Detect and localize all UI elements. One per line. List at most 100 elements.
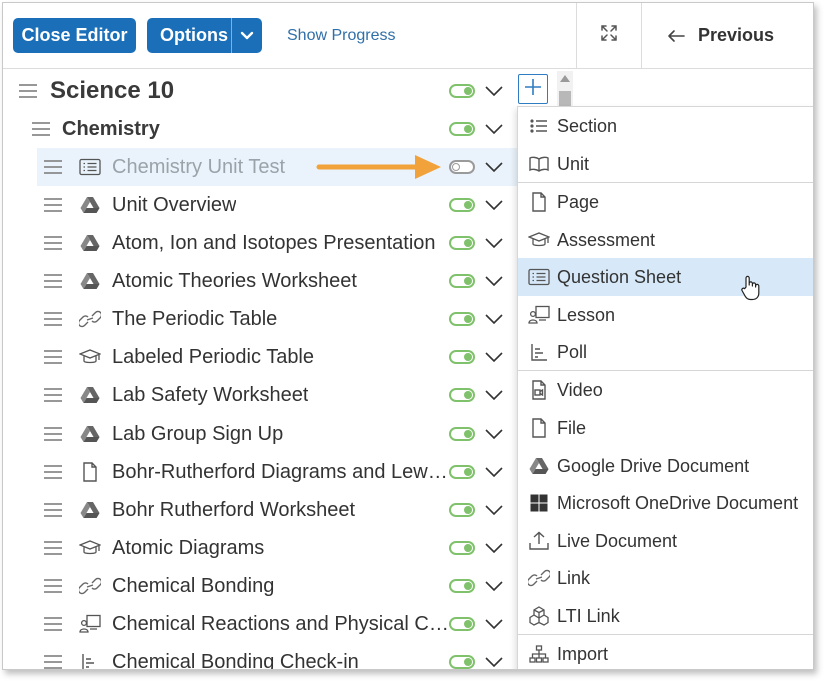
drag-handle-icon[interactable]	[44, 655, 62, 669]
tree-item-title[interactable]: Labeled Periodic Table	[112, 346, 314, 369]
drag-handle-icon[interactable]	[44, 312, 62, 326]
drag-handle-icon[interactable]	[44, 274, 62, 288]
menu-item-import[interactable]: Import	[518, 635, 813, 669]
tree-item-title[interactable]: Atom, Ion and Isotopes Presentation	[112, 232, 436, 255]
drag-handle-icon[interactable]	[44, 503, 62, 517]
menu-item-file[interactable]: File	[518, 409, 813, 447]
visibility-toggle[interactable]	[449, 198, 475, 212]
tree-item-title[interactable]: Chemistry Unit Test	[112, 156, 285, 179]
chevron-down-icon[interactable]	[485, 505, 503, 515]
visibility-toggle[interactable]	[449, 579, 475, 593]
menu-item-assessment[interactable]: Assessment	[518, 221, 813, 259]
tree-item-title[interactable]: Chemical Reactions and Physical Changes	[112, 613, 450, 636]
chevron-down-icon[interactable]	[485, 86, 503, 96]
tree-item-row[interactable]: Bohr-Rutherford Diagrams and Lewis Dot D…	[3, 453, 518, 491]
chevron-down-icon[interactable]	[485, 314, 503, 324]
tree-item-title[interactable]: The Periodic Table	[112, 308, 277, 331]
menu-item-question-sheet[interactable]: Question Sheet	[518, 258, 813, 296]
visibility-toggle[interactable]	[449, 541, 475, 555]
drag-handle-icon[interactable]	[19, 84, 37, 98]
tree-item-row[interactable]: Unit Overview	[3, 186, 518, 224]
tree-item-row[interactable]: Atomic Theories Worksheet	[3, 262, 518, 300]
drag-handle-icon[interactable]	[44, 198, 62, 212]
tree-item-title[interactable]: Chemical Bonding Check-in	[112, 651, 359, 670]
tree-item-title[interactable]: Atomic Theories Worksheet	[112, 270, 357, 293]
show-progress-link[interactable]: Show Progress	[287, 27, 396, 45]
menu-item-unit[interactable]: Unit	[518, 145, 813, 183]
visibility-toggle[interactable]	[449, 122, 475, 136]
tree-root-title[interactable]: Science 10	[50, 77, 174, 105]
drag-handle-icon[interactable]	[44, 427, 62, 441]
tree-item-title[interactable]: Bohr-Rutherford Diagrams and Lewis Dot D…	[112, 461, 450, 484]
menu-item-microsoft-onedrive-document[interactable]: Microsoft OneDrive Document	[518, 484, 813, 522]
tree-item-row[interactable]: Labeled Periodic Table	[3, 338, 518, 376]
options-button[interactable]: Options	[147, 18, 262, 53]
tree-root-row[interactable]: Science 10	[3, 72, 518, 110]
chevron-down-icon[interactable]	[485, 467, 503, 477]
tree-item-row[interactable]: Lab Group Sign Up	[3, 415, 518, 453]
drag-handle-icon[interactable]	[44, 579, 62, 593]
tree-item-row[interactable]: Lab Safety Worksheet	[3, 376, 518, 414]
visibility-toggle[interactable]	[449, 388, 475, 402]
visibility-toggle[interactable]	[449, 655, 475, 669]
visibility-toggle[interactable]	[449, 312, 475, 326]
chevron-down-icon[interactable]	[485, 657, 503, 667]
chevron-down-icon[interactable]	[485, 276, 503, 286]
menu-item-link[interactable]: Link	[518, 559, 813, 597]
tree-item-row[interactable]: The Periodic Table	[3, 300, 518, 338]
visibility-toggle[interactable]	[449, 465, 475, 479]
chevron-down-icon[interactable]	[485, 162, 503, 172]
chevron-down-icon[interactable]	[485, 619, 503, 629]
scroll-up-arrow-icon[interactable]	[560, 75, 570, 82]
chevron-down-icon[interactable]	[485, 429, 503, 439]
add-content-button[interactable]	[518, 74, 548, 104]
close-editor-button[interactable]: Close Editor	[13, 18, 136, 53]
drag-handle-icon[interactable]	[44, 541, 62, 555]
visibility-toggle[interactable]	[449, 427, 475, 441]
menu-item-live-document[interactable]: Live Document	[518, 522, 813, 560]
visibility-toggle[interactable]	[449, 84, 475, 98]
chevron-down-icon[interactable]	[485, 581, 503, 591]
menu-item-google-drive-document[interactable]: Google Drive Document	[518, 447, 813, 485]
tree-item-row[interactable]: Chemical Reactions and Physical Changes	[3, 605, 518, 643]
visibility-toggle[interactable]	[449, 350, 475, 364]
tree-item-row[interactable]: Chemical Bonding Check-in	[3, 643, 518, 670]
drag-handle-icon[interactable]	[44, 236, 62, 250]
drag-handle-icon[interactable]	[44, 617, 62, 631]
tree-item-title[interactable]: Atomic Diagrams	[112, 537, 264, 560]
menu-item-poll[interactable]: Poll	[518, 333, 813, 371]
chevron-down-icon[interactable]	[485, 200, 503, 210]
visibility-toggle[interactable]	[449, 160, 475, 174]
drag-handle-icon[interactable]	[44, 388, 62, 402]
visibility-toggle[interactable]	[449, 503, 475, 517]
tree-item-title[interactable]: Chemical Bonding	[112, 575, 274, 598]
menu-item-section[interactable]: Section	[518, 107, 813, 145]
visibility-toggle[interactable]	[449, 236, 475, 250]
drag-handle-icon[interactable]	[44, 465, 62, 479]
tree-item-title[interactable]: Bohr Rutherford Worksheet	[112, 499, 355, 522]
chevron-down-icon[interactable]	[485, 124, 503, 134]
tree-item-row[interactable]: Atom, Ion and Isotopes Presentation	[3, 224, 518, 262]
drag-handle-icon[interactable]	[32, 122, 50, 136]
tree-item-row[interactable]: Bohr Rutherford Worksheet	[3, 491, 518, 529]
menu-item-lti-link[interactable]: LTI Link	[518, 597, 813, 635]
drag-handle-icon[interactable]	[44, 160, 62, 174]
chevron-down-icon[interactable]	[485, 238, 503, 248]
chevron-down-icon[interactable]	[485, 352, 503, 362]
menu-item-lesson[interactable]: Lesson	[518, 296, 813, 334]
visibility-toggle[interactable]	[449, 274, 475, 288]
chevron-down-icon[interactable]	[485, 390, 503, 400]
drag-handle-icon[interactable]	[44, 350, 62, 364]
tree-item-title[interactable]: Lab Group Sign Up	[112, 423, 283, 446]
tree-item-title[interactable]: Lab Safety Worksheet	[112, 384, 308, 407]
previous-button[interactable]: Previous	[643, 3, 813, 68]
expand-button[interactable]	[576, 3, 642, 68]
tree-item-title[interactable]: Unit Overview	[112, 194, 236, 217]
visibility-toggle[interactable]	[449, 617, 475, 631]
tree-folder-title[interactable]: Chemistry	[62, 118, 160, 141]
tree-folder-row[interactable]: Chemistry	[3, 110, 518, 148]
menu-item-video[interactable]: Video	[518, 371, 813, 409]
menu-item-page[interactable]: Page	[518, 183, 813, 221]
chevron-down-icon[interactable]	[485, 543, 503, 553]
tree-item-row[interactable]: Atomic Diagrams	[3, 529, 518, 567]
